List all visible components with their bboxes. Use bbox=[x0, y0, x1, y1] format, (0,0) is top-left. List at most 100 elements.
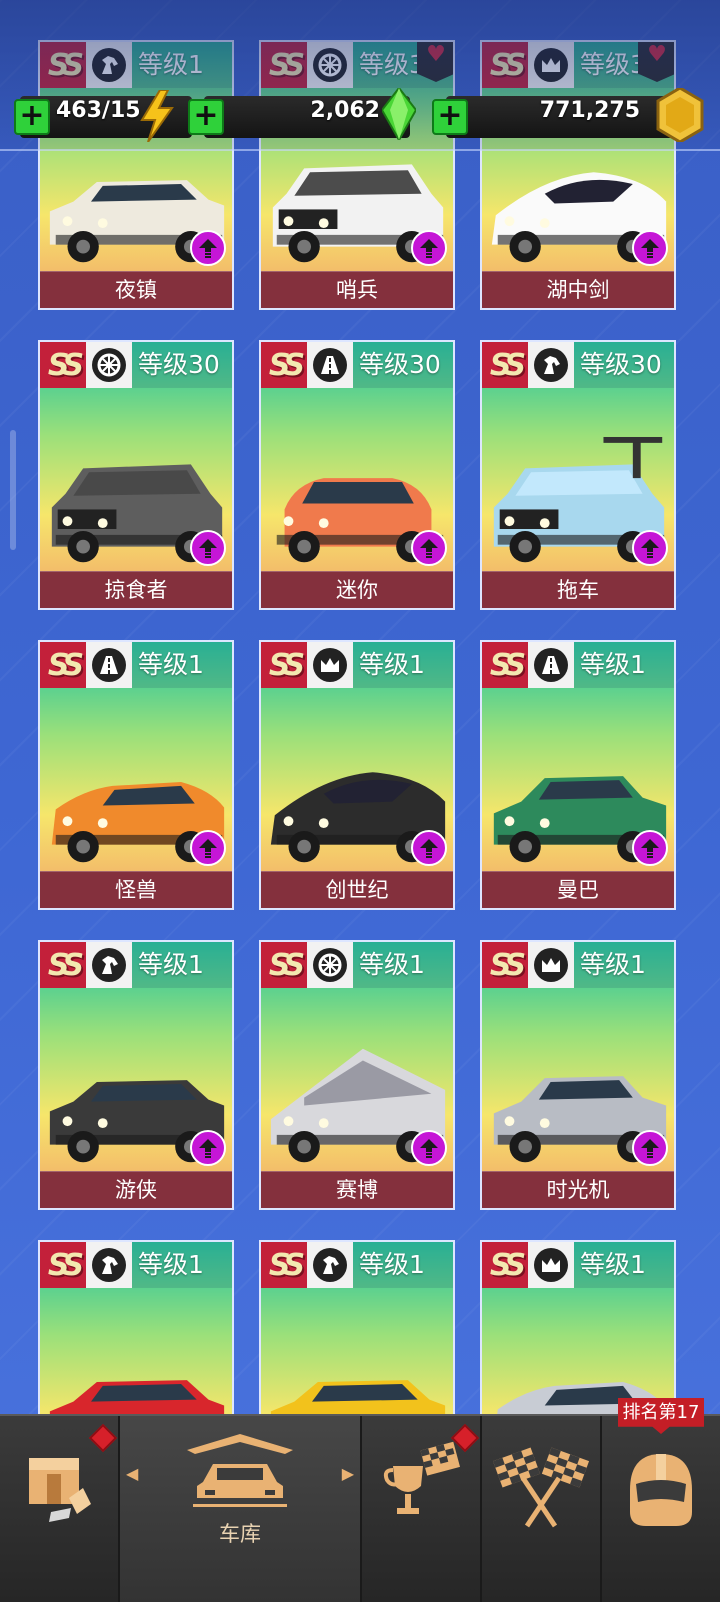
horse-icon bbox=[534, 348, 568, 382]
add-energy-button[interactable]: + bbox=[14, 99, 50, 135]
rank-ss-badge: SS bbox=[40, 642, 86, 688]
car-name: 游侠 bbox=[40, 1171, 232, 1208]
upgrade-button[interactable] bbox=[411, 230, 447, 266]
upgrade-button[interactable] bbox=[190, 830, 226, 866]
crown-icon bbox=[534, 48, 568, 82]
car-name: 曼巴 bbox=[482, 871, 674, 908]
card-header: SS 等级1 bbox=[40, 942, 232, 988]
checkered-flags-icon bbox=[493, 1447, 589, 1528]
upgrade-arrow-icon bbox=[199, 839, 217, 858]
crown-icon bbox=[534, 1248, 568, 1282]
add-coins-button[interactable]: + bbox=[432, 99, 468, 135]
car-level: 等级1 bbox=[353, 942, 453, 988]
rank-ss-badge: SS bbox=[482, 642, 528, 688]
class-badge bbox=[86, 342, 132, 388]
chevron-right-icon[interactable]: ▶ bbox=[342, 1464, 354, 1483]
rank-ss-badge: SS bbox=[40, 342, 86, 388]
heart-icon: ♥ bbox=[647, 42, 667, 67]
upgrade-arrow-icon bbox=[199, 1139, 217, 1158]
car-card[interactable]: SS 等级1 赛博 bbox=[259, 940, 455, 1210]
gold-coin-icon bbox=[656, 88, 704, 142]
car-card[interactable]: SS 等级1 时光机 bbox=[480, 940, 676, 1210]
car-name: 赛博 bbox=[261, 1171, 453, 1208]
garage-label: 车库 bbox=[219, 1522, 261, 1546]
class-badge bbox=[307, 942, 353, 988]
car-level: 等级1 bbox=[574, 642, 674, 688]
class-badge bbox=[86, 642, 132, 688]
car-level: 等级1 bbox=[574, 1242, 674, 1288]
car-name: 时光机 bbox=[482, 1171, 674, 1208]
crown-icon bbox=[313, 648, 347, 682]
upgrade-button[interactable] bbox=[632, 830, 668, 866]
car-card[interactable]: SS 等级1 怪兽 bbox=[38, 640, 234, 910]
class-badge bbox=[528, 42, 574, 88]
car-card[interactable]: SS 等级3 哨兵 ♥ bbox=[259, 40, 455, 310]
helmet-icon bbox=[630, 1454, 692, 1526]
rank-ss-badge: SS bbox=[40, 942, 86, 988]
car-card[interactable]: SS 等级30 拖车 bbox=[480, 340, 676, 610]
car-name: 哨兵 bbox=[261, 271, 453, 308]
car-name: 迷你 bbox=[261, 571, 453, 608]
rank-ss-badge: SS bbox=[261, 1242, 307, 1288]
upgrade-button[interactable] bbox=[411, 830, 447, 866]
car-level: 等级30 bbox=[353, 342, 453, 388]
car-card[interactable]: SS 等级30 掠食者 bbox=[38, 340, 234, 610]
class-badge bbox=[307, 1242, 353, 1288]
car-level: 等级1 bbox=[132, 42, 232, 88]
upgrade-button[interactable] bbox=[411, 1130, 447, 1166]
card-header: SS 等级1 bbox=[40, 42, 232, 88]
card-header: SS 等级1 bbox=[482, 1242, 674, 1288]
rank-ss-badge: SS bbox=[482, 342, 528, 388]
horse-icon bbox=[92, 948, 126, 982]
card-header: SS 等级30 bbox=[40, 342, 232, 388]
garage-icon bbox=[187, 1434, 293, 1507]
upgrade-button[interactable] bbox=[632, 1130, 668, 1166]
nav-garage[interactable]: ◀ 车库 ▶ bbox=[120, 1416, 362, 1602]
rank-ss-badge: SS bbox=[261, 642, 307, 688]
rank-ss-badge: SS bbox=[482, 942, 528, 988]
card-header: SS 等级1 bbox=[40, 642, 232, 688]
car-card[interactable]: SS 等级1 游侠 bbox=[38, 940, 234, 1210]
card-header: SS 等级1 bbox=[40, 1242, 232, 1288]
car-card[interactable]: SS 等级1 创世纪 bbox=[259, 640, 455, 910]
car-level: 等级1 bbox=[574, 942, 674, 988]
car-name: 怪兽 bbox=[40, 871, 232, 908]
road-icon bbox=[313, 348, 347, 382]
energy-value: 463/15 bbox=[56, 98, 141, 123]
upgrade-button[interactable] bbox=[190, 1130, 226, 1166]
crown-icon bbox=[534, 948, 568, 982]
car-name: 创世纪 bbox=[261, 871, 453, 908]
nav-race[interactable] bbox=[482, 1416, 602, 1602]
car-card[interactable]: SS 等级3 湖中剑 ♥ bbox=[480, 40, 676, 310]
add-gems-button[interactable]: + bbox=[188, 99, 224, 135]
green-gem-icon bbox=[382, 88, 416, 140]
upgrade-button[interactable] bbox=[190, 230, 226, 266]
wheel-icon bbox=[92, 348, 126, 382]
upgrade-arrow-icon bbox=[641, 839, 659, 858]
car-card[interactable]: SS 等级1 曼巴 bbox=[480, 640, 676, 910]
upgrade-button[interactable] bbox=[411, 530, 447, 566]
road-icon bbox=[92, 648, 126, 682]
class-badge bbox=[307, 642, 353, 688]
car-level: 等级30 bbox=[574, 342, 674, 388]
bottom-nav: ◀ 车库 ▶ bbox=[0, 1414, 720, 1602]
scroll-indicator[interactable] bbox=[10, 430, 16, 550]
nav-profile[interactable] bbox=[602, 1416, 720, 1602]
upgrade-button[interactable] bbox=[632, 230, 668, 266]
car-grid: SS 等级1 夜镇 SS 等级3 哨兵 ♥ SS 等级3 湖中剑 ♥ SS 等级… bbox=[38, 40, 684, 1510]
car-level: 等级1 bbox=[132, 642, 232, 688]
car-card[interactable]: SS 等级1 夜镇 bbox=[38, 40, 234, 310]
upgrade-button[interactable] bbox=[190, 530, 226, 566]
car-level: 等级30 bbox=[132, 342, 232, 388]
rank-ss-badge: SS bbox=[482, 1242, 528, 1288]
gems-value: 2,062 bbox=[310, 98, 380, 123]
upgrade-arrow-icon bbox=[641, 1139, 659, 1158]
rank-ss-badge: SS bbox=[482, 42, 528, 88]
horse-icon bbox=[313, 1248, 347, 1282]
chevron-left-icon[interactable]: ◀ bbox=[126, 1464, 138, 1483]
car-name: 掠食者 bbox=[40, 571, 232, 608]
upgrade-button[interactable] bbox=[632, 530, 668, 566]
upgrade-arrow-icon bbox=[199, 539, 217, 558]
car-card[interactable]: SS 等级30 迷你 bbox=[259, 340, 455, 610]
heart-icon: ♥ bbox=[426, 42, 446, 67]
